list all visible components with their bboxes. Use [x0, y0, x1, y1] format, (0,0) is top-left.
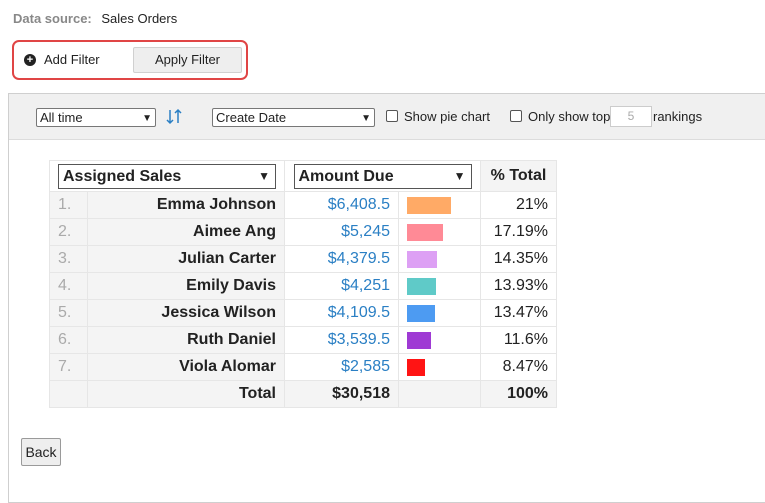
- show-pie-label: Show pie chart: [404, 109, 490, 124]
- apply-filter-button[interactable]: Apply Filter: [133, 47, 242, 73]
- total-pct: 100%: [480, 380, 557, 408]
- amount-due-value[interactable]: $5,245: [284, 218, 399, 246]
- rank-number: 7.: [48, 353, 89, 381]
- bar-cell: [398, 245, 481, 273]
- rank-number: 5.: [48, 299, 89, 327]
- rank-number: 6.: [48, 326, 89, 354]
- ranking-table: Assigned Sales ▼ Amount Due ▼ % Total 1.…: [48, 160, 557, 408]
- top-suffix-label: rankings: [653, 109, 703, 124]
- chevron-down-icon: ▼: [453, 168, 466, 183]
- bar-cell: [398, 353, 481, 381]
- group-by-select[interactable]: Assigned Sales ▼: [58, 163, 276, 189]
- table-row: 6. Ruth Daniel $3,539.5 11.6%: [48, 326, 557, 354]
- bar-cell: [398, 191, 481, 219]
- top-prefix-label: Only show top: [528, 109, 611, 124]
- rank-number: 1.: [48, 191, 89, 219]
- rank-number: 2.: [48, 218, 89, 246]
- measure-value: Amount Due: [298, 167, 394, 185]
- amount-due-value[interactable]: $2,585: [284, 353, 399, 381]
- table-row: 2. Aimee Ang $5,245 17.19%: [48, 218, 557, 246]
- table-row: 4. Emily Davis $4,251 13.93%: [48, 272, 557, 300]
- plus-circle-icon: +: [24, 53, 36, 66]
- table-row: 7. Viola Alomar $2,585 8.47%: [48, 353, 557, 381]
- table-row: 3. Julian Carter $4,379.5 14.35%: [48, 245, 557, 273]
- sales-person-name: Ruth Daniel: [87, 326, 285, 354]
- table-row: 1. Emma Johnson $6,408.5 21%: [48, 191, 557, 219]
- sales-person-name: Julian Carter: [87, 245, 285, 273]
- chevron-down-icon: ▼: [142, 113, 152, 124]
- pct-value: 11.6%: [480, 326, 557, 354]
- table-row: 5. Jessica Wilson $4,109.5 13.47%: [48, 299, 557, 327]
- date-field-value: Create Date: [216, 110, 287, 125]
- share-bar: [407, 304, 435, 322]
- back-button[interactable]: Back: [21, 438, 61, 466]
- amount-due-value[interactable]: $4,379.5: [284, 245, 399, 273]
- amount-due-value[interactable]: $4,251: [284, 272, 399, 300]
- rank-number: 4.: [48, 272, 89, 300]
- top-count-input[interactable]: 5: [610, 106, 652, 127]
- measure-select[interactable]: Amount Due ▼: [293, 163, 472, 189]
- sales-person-name: Emma Johnson: [87, 191, 285, 219]
- report-toolbar: All time ▼ Create Date ▼ Show pie chart …: [9, 94, 765, 140]
- pct-value: 13.93%: [480, 272, 557, 300]
- total-label: Total: [87, 380, 285, 408]
- pct-value: 14.35%: [480, 245, 557, 273]
- measure-header: Amount Due ▼: [284, 160, 481, 192]
- bar-cell: [398, 218, 481, 246]
- pct-total-header: % Total: [480, 160, 557, 192]
- add-filter-label: Add Filter: [44, 52, 100, 67]
- bar-cell: [398, 299, 481, 327]
- top-rankings-checkbox[interactable]: [510, 110, 522, 122]
- pct-value: 8.47%: [480, 353, 557, 381]
- share-bar: [407, 358, 425, 376]
- share-bar: [407, 331, 431, 349]
- data-source: Data source: Sales Orders: [13, 11, 177, 26]
- share-bar: [407, 250, 437, 268]
- bar-cell: [398, 326, 481, 354]
- pct-value: 21%: [480, 191, 557, 219]
- chevron-down-icon: ▼: [361, 113, 371, 124]
- date-field-select[interactable]: Create Date ▼: [212, 108, 375, 127]
- rank-number: 3.: [48, 245, 89, 273]
- sales-person-name: Viola Alomar: [87, 353, 285, 381]
- time-range-select[interactable]: All time ▼: [36, 108, 156, 127]
- pct-value: 13.47%: [480, 299, 557, 327]
- total-amount: $30,518: [284, 380, 399, 408]
- share-bar: [407, 277, 436, 295]
- total-row: Total $30,518 100%: [48, 380, 557, 408]
- data-source-label: Data source:: [13, 11, 92, 26]
- share-bar: [407, 223, 443, 241]
- time-range-value: All time: [40, 110, 83, 125]
- sales-person-name: Aimee Ang: [87, 218, 285, 246]
- filter-controls: + Add Filter Apply Filter: [12, 40, 248, 80]
- amount-due-value[interactable]: $3,539.5: [284, 326, 399, 354]
- sales-person-name: Emily Davis: [87, 272, 285, 300]
- amount-due-value[interactable]: $4,109.5: [284, 299, 399, 327]
- sales-person-name: Jessica Wilson: [87, 299, 285, 327]
- add-filter-button[interactable]: + Add Filter: [24, 52, 100, 67]
- amount-due-value[interactable]: $6,408.5: [284, 191, 399, 219]
- sort-order-icon[interactable]: [166, 108, 184, 126]
- chevron-down-icon: ▼: [258, 168, 270, 183]
- share-bar: [407, 196, 451, 214]
- group-by-value: Assigned Sales: [63, 167, 182, 185]
- report-panel: All time ▼ Create Date ▼ Show pie chart …: [8, 93, 765, 503]
- pct-value: 17.19%: [480, 218, 557, 246]
- group-by-header: Assigned Sales ▼: [49, 160, 285, 192]
- ranking-rows: 1. Emma Johnson $6,408.5 21% 2. Aimee Ang $5,2…: [48, 191, 557, 381]
- show-pie-checkbox[interactable]: [386, 110, 398, 122]
- data-source-value: Sales Orders: [101, 11, 178, 26]
- bar-cell: [398, 272, 481, 300]
